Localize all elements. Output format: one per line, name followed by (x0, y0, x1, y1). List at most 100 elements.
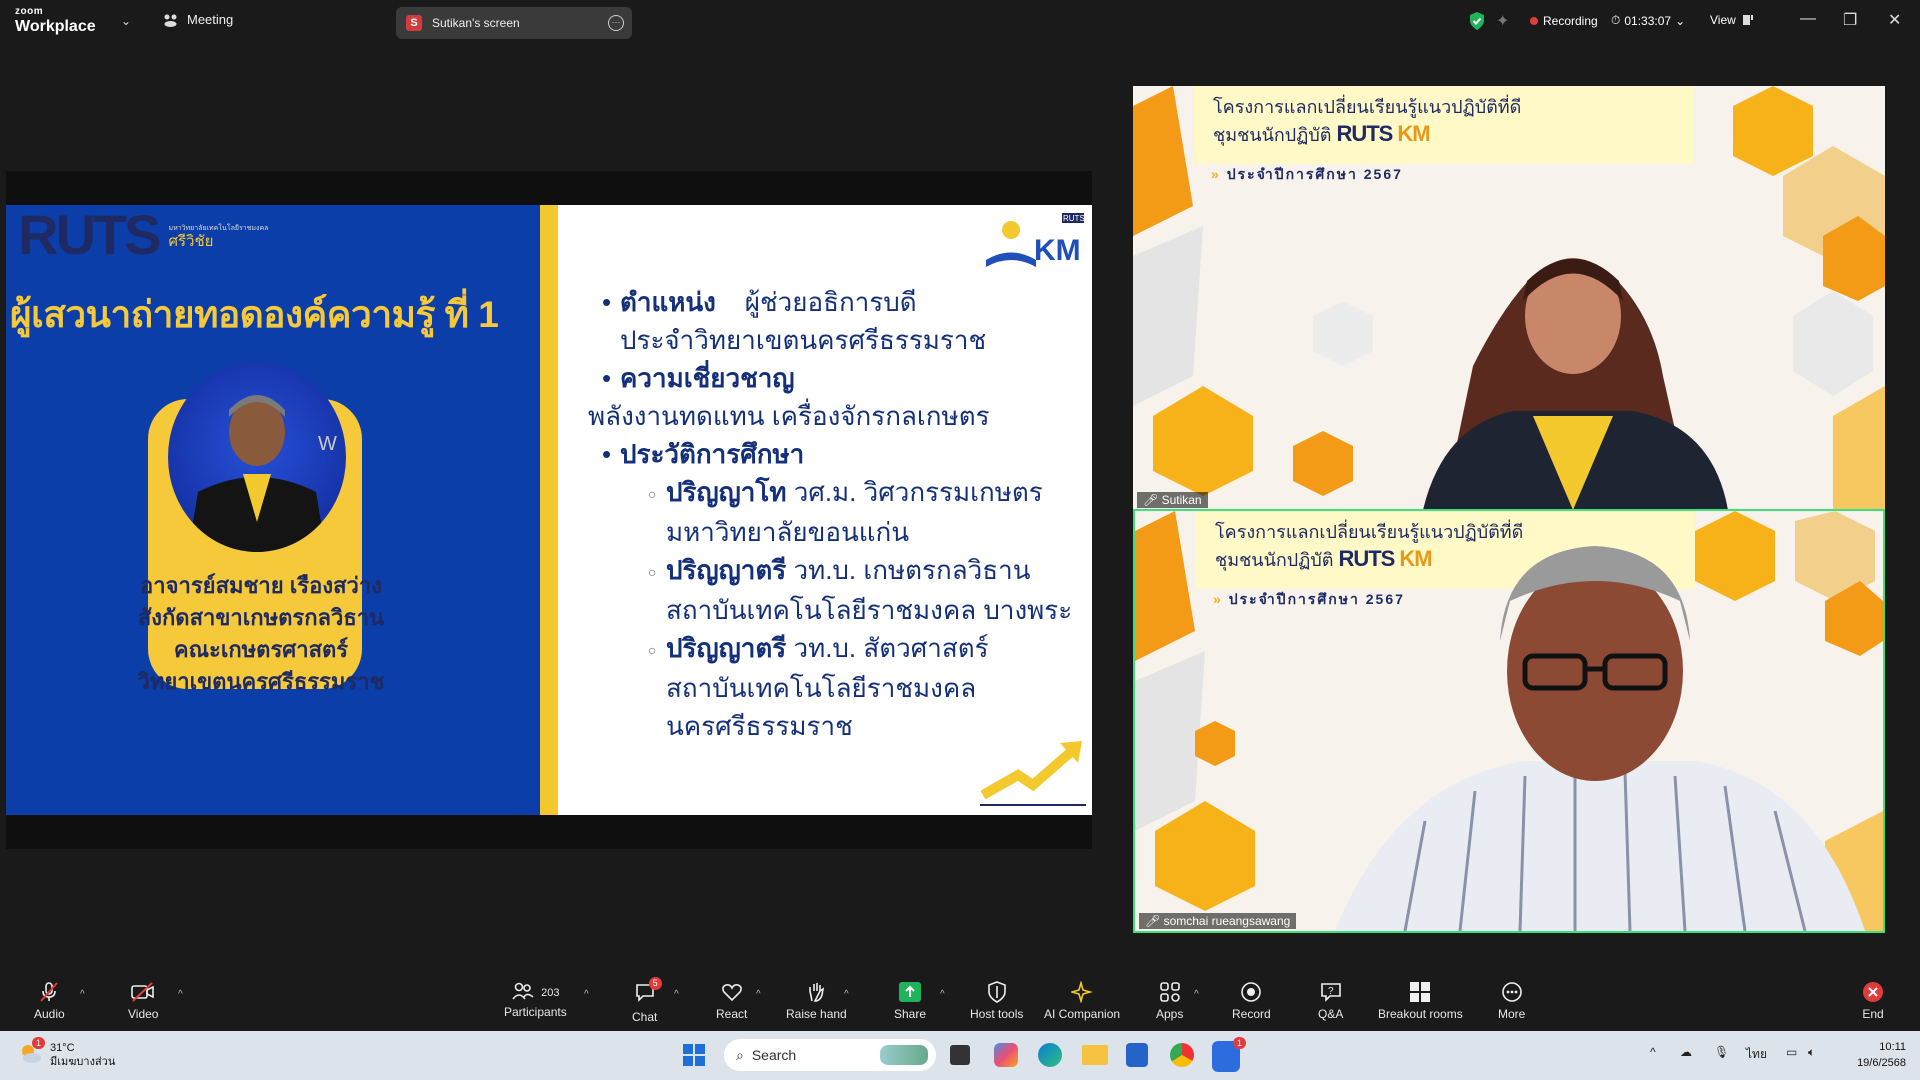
taskbar-search[interactable]: ⌕ Search (724, 1039, 936, 1071)
video-options-caret-icon[interactable]: ^ (178, 989, 183, 1000)
sharer-avatar: S (406, 15, 422, 31)
edu-detail: วท.บ. สัตวศาสตร์ (793, 633, 989, 664)
restore-icon[interactable]: ❐ (1843, 10, 1857, 30)
copilot-icon[interactable] (994, 1043, 1018, 1067)
participants-button[interactable]: 203 Participants (504, 981, 567, 1019)
language-indicator[interactable]: ไทย (1746, 1045, 1767, 1064)
ai-sparkle-icon[interactable]: ✦ (1496, 11, 1509, 31)
qa-label: Q&A (1318, 1007, 1344, 1021)
ai-companion-label: AI Companion (1044, 1007, 1121, 1021)
apps-caret-icon[interactable]: ^ (1194, 989, 1199, 1000)
raise-hand-label: Raise hand (786, 1007, 847, 1021)
participants-caret-icon[interactable]: ^ (584, 989, 589, 1000)
recording-indicator[interactable]: Recording (1530, 14, 1598, 28)
chat-badge: 5 (648, 977, 662, 990)
clock-icon: ⏱ (1611, 13, 1621, 27)
weather-widget[interactable]: 1 31°C มีเมฆบางส่วน (18, 1037, 115, 1069)
share-caret-icon[interactable]: ^ (940, 989, 945, 1000)
km-logo: KM RUTS (976, 205, 1086, 280)
participant-video-somchai (1335, 546, 1865, 931)
breakout-rooms-button[interactable]: Breakout rooms (1378, 981, 1463, 1021)
apps-button[interactable]: Apps (1156, 981, 1183, 1021)
meeting-timer[interactable]: ⏱ 01:33:07 ⌄ (1611, 13, 1685, 28)
audio-options-caret-icon[interactable]: ^ (80, 989, 85, 1000)
bullet-education: • ประวัติการศึกษา (602, 435, 1092, 473)
chevron-up-icon[interactable]: ^ (1650, 1045, 1656, 1059)
minimize-icon[interactable]: — (1800, 10, 1816, 28)
search-label: Search (751, 1047, 797, 1063)
react-button[interactable]: React (716, 981, 747, 1021)
bullet-expertise-line: พลังงานทดแทน เครื่องจักรกลเกษตร (588, 401, 990, 431)
bullet-education-head: ประวัติการศึกษา (620, 439, 805, 469)
chat-label: Chat (632, 1010, 658, 1024)
close-icon[interactable]: ✕ (1888, 10, 1901, 30)
km-logo-text: KM (1034, 234, 1081, 267)
end-button[interactable]: End (1862, 981, 1884, 1021)
edu-degree: ปริญญาโท (666, 477, 787, 507)
breakout-rooms-label: Breakout rooms (1378, 1007, 1463, 1021)
svg-text:?: ? (1328, 986, 1334, 997)
banner-year: » ประจำปีการศึกษา 2567 (1211, 164, 1403, 186)
clock-time: 10:11 (1879, 1041, 1906, 1053)
chat-caret-icon[interactable]: ^ (674, 989, 679, 1000)
edge-browser-icon[interactable] (1038, 1043, 1062, 1067)
task-view-icon[interactable] (950, 1045, 970, 1065)
edu-institution: สถาบันเทคโนโลยีราชมงคล บางพระ (666, 595, 1073, 626)
host-tools-button[interactable]: Host tools (970, 981, 1023, 1021)
chat-button[interactable]: 5 Chat (632, 977, 662, 1024)
search-icon: ⌕ (736, 1046, 744, 1063)
volume-icon[interactable]: 🔈︎ (1808, 1045, 1815, 1060)
participant-name-tag: 🎤︎ Sutikan (1137, 492, 1208, 508)
timer-value: 01:33:07 (1624, 13, 1672, 28)
end-label: End (1862, 1007, 1884, 1021)
chrome-icon[interactable] (1170, 1043, 1194, 1067)
banner-subtitle: ชุมชนนักปฏิบัติ RUTS KM (1213, 120, 1431, 149)
store-icon[interactable] (1126, 1043, 1148, 1067)
view-label: View (1710, 13, 1736, 27)
more-options-icon[interactable]: ··· (608, 15, 624, 31)
zoom-app-icon[interactable]: 1 (1212, 1037, 1246, 1072)
edu-degree: ปริญญาตรี (666, 633, 787, 664)
banner-km-text: KM (1397, 121, 1430, 146)
raise-hand-button[interactable]: Raise hand (786, 981, 847, 1021)
share-button[interactable]: Share (894, 981, 926, 1021)
more-button[interactable]: More (1498, 981, 1525, 1021)
video-tile-sutikan[interactable]: โครงการแลกเปลี่ยนเรียนรู้แนวปฏิบัติที่ดี… (1133, 86, 1885, 510)
banner-year-text: ประจำปีการศึกษา 2567 (1226, 166, 1403, 182)
raise-hand-caret-icon[interactable]: ^ (844, 989, 849, 1000)
security-shield-icon[interactable] (1468, 11, 1486, 31)
search-highlight-icon (880, 1045, 928, 1065)
qa-button[interactable]: ? Q&A (1318, 981, 1343, 1021)
participants-count: 203 (541, 987, 560, 999)
mic-muted-icon (40, 982, 59, 1002)
view-menu[interactable]: View (1710, 13, 1754, 27)
bullet-position-line2: ประจำวิทยาเขตนครศรีธรรมราช (620, 325, 987, 355)
ai-companion-button[interactable]: AI Companion (1044, 981, 1120, 1021)
meeting-menu[interactable]: Meeting (163, 12, 233, 27)
file-explorer-icon[interactable] (1082, 1045, 1108, 1065)
react-caret-icon[interactable]: ^ (756, 989, 761, 1000)
windows-start-icon[interactable] (682, 1043, 706, 1072)
chevron-down-icon[interactable]: ⌄ (121, 14, 131, 28)
network-icon[interactable]: ▭ (1786, 1045, 1797, 1059)
recording-dot-icon (1530, 17, 1538, 25)
double-chevron-icon: » (1213, 591, 1223, 607)
speaker-campus: วิทยาเขตนครศรีธรรมราช (137, 669, 385, 694)
mic-icon[interactable]: 🎙︎ (1714, 1045, 1729, 1059)
audio-button[interactable]: Audio (34, 981, 65, 1021)
cloud-icon[interactable]: ☁ (1680, 1045, 1692, 1059)
shared-screen-tab[interactable]: S Sutikan's screen ··· (396, 7, 632, 39)
record-label: Record (1232, 1007, 1271, 1021)
slide-title: ผู้เสวนาถ่ายทอดองค์ความรู้ ที่ 1 (10, 294, 499, 335)
zoom-logo[interactable]: zoom Workplace (15, 7, 96, 35)
brand-top: zoom (15, 6, 44, 17)
slide-divider-stripe (540, 205, 558, 815)
taskbar-clock[interactable]: 10:11 19/6/2568 (1838, 1039, 1906, 1071)
double-chevron-icon: » (1211, 166, 1221, 182)
windows-taskbar: 1 31°C มีเมฆบางส่วน ⌕ Search 1 ^ ☁ 🎙︎ ไท… (0, 1031, 1920, 1080)
more-label: More (1498, 1007, 1526, 1021)
video-button[interactable]: Video (128, 981, 158, 1021)
record-button[interactable]: Record (1232, 981, 1271, 1021)
video-tile-somchai[interactable]: โครงการแลกเปลี่ยนเรียนรู้แนวปฏิบัติที่ดี… (1133, 509, 1885, 933)
share-label: Share (894, 1007, 927, 1021)
